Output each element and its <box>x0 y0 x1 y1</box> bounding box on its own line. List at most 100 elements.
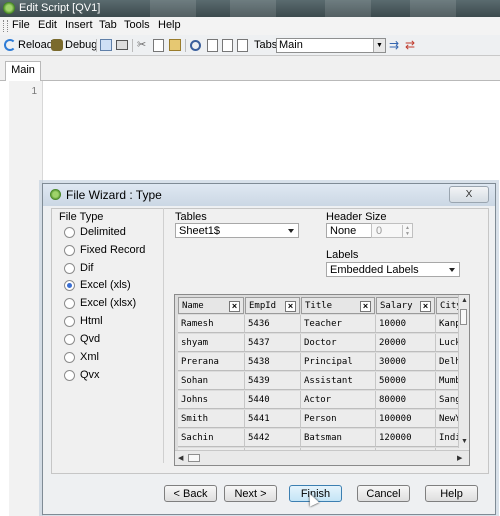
radio-circle <box>64 244 75 256</box>
scroll-thumb[interactable] <box>188 454 200 462</box>
menu-grip <box>3 20 8 32</box>
table-cell: 10000 <box>376 315 436 333</box>
radio-delimited[interactable]: Delimited <box>64 226 126 238</box>
table-cell: Johns <box>178 391 245 409</box>
horizontal-scrollbar[interactable]: ◀ ▶ <box>175 450 469 465</box>
radio-label: Html <box>80 315 103 327</box>
scroll-down-icon[interactable]: ▼ <box>461 438 468 445</box>
copy-button[interactable] <box>153 37 166 53</box>
table-cell: 5438 <box>245 353 301 371</box>
find-button[interactable] <box>190 37 203 53</box>
radio-circle <box>64 226 75 238</box>
header-size-stepper: 0 ▲ ▼ <box>371 223 413 238</box>
table-cell: 5439 <box>245 372 301 390</box>
tab-main[interactable]: Main <box>5 61 41 81</box>
scroll-right-icon[interactable]: ▶ <box>457 454 462 462</box>
remove-column-icon[interactable]: × <box>285 301 296 312</box>
window-title-bar: Edit Script [QV1] <box>0 0 500 17</box>
vertical-scrollbar[interactable]: ▲ ▼ <box>458 295 469 448</box>
radio-excel-xls[interactable]: Excel (xls) <box>64 279 131 291</box>
column-header[interactable]: Salary × <box>376 297 435 314</box>
radio-label: Fixed Record <box>80 244 146 256</box>
labels-dropdown-value: Embedded Labels <box>330 264 419 276</box>
print-icon <box>116 40 128 50</box>
tables-dropdown[interactable]: Sheet1$ <box>175 223 299 238</box>
debug-button[interactable]: Debug <box>51 37 97 53</box>
remove-column-icon[interactable]: × <box>420 301 431 312</box>
menu-tab[interactable]: Tab <box>99 19 117 31</box>
radio-label: Qvd <box>80 333 101 345</box>
radio-fixed-record[interactable]: Fixed Record <box>64 244 145 256</box>
blurred-tab-area <box>410 0 456 17</box>
scroll-up-icon[interactable]: ▲ <box>461 297 468 304</box>
tabs-dropdown[interactable]: Main ▼ <box>276 38 386 53</box>
next-button[interactable]: Next > <box>224 485 277 502</box>
table-cell: 5436 <box>245 315 301 333</box>
file-type-label: File Type <box>59 211 104 223</box>
radio-qvd[interactable]: Qvd <box>64 333 100 345</box>
table-cell: 80000 <box>376 391 436 409</box>
labels-dropdown[interactable]: Embedded Labels <box>326 262 460 277</box>
table-cell: 30000 <box>376 353 436 371</box>
menu-help[interactable]: Help <box>158 19 181 31</box>
outdent-icon[interactable]: ⇄ <box>405 37 415 53</box>
back-button[interactable]: < Back <box>164 485 217 502</box>
table-cell: Sohan <box>178 372 245 390</box>
dialog-title-bar: File Wizard : Type X <box>43 184 495 206</box>
find-icon <box>190 39 201 51</box>
menu-edit[interactable]: Edit <box>38 19 57 31</box>
radio-qvx[interactable]: Qvx <box>64 369 100 381</box>
paste-button[interactable] <box>169 37 183 53</box>
table-cell: Doctor <box>301 334 376 352</box>
toolbar-separator <box>185 39 186 52</box>
cancel-button[interactable]: Cancel <box>357 485 410 502</box>
radio-xml[interactable]: Xml <box>64 351 99 363</box>
column-header[interactable]: Name × <box>178 297 244 314</box>
table-cell: 5441 <box>245 410 301 428</box>
new-tab-icon <box>207 38 218 52</box>
column-header[interactable]: EmpId × <box>245 297 300 314</box>
new-tab-button[interactable] <box>207 37 220 53</box>
promote-tab-button[interactable] <box>222 37 235 53</box>
menu-file[interactable]: File <box>12 19 30 31</box>
indent-icon[interactable]: ⇉ <box>389 37 399 53</box>
radio-circle <box>64 297 75 309</box>
table-cell: 50000 <box>376 372 436 390</box>
column-header-label: Title <box>305 301 333 311</box>
toolbar-separator <box>132 39 133 52</box>
radio-label: Excel (xlsx) <box>80 297 137 309</box>
toolbar-separator <box>96 39 97 52</box>
table-cell: 120000 <box>376 429 436 447</box>
reload-button[interactable]: Reload <box>4 37 53 53</box>
cut-button[interactable]: ✂ <box>137 37 148 53</box>
script-tab-strip: Main <box>0 56 500 81</box>
line-number: 1 <box>31 86 37 97</box>
save-button[interactable] <box>100 37 114 53</box>
radio-dif[interactable]: Dif <box>64 262 93 274</box>
help-button[interactable]: Help <box>425 485 478 502</box>
column-header[interactable]: Title × <box>301 297 375 314</box>
demote-tab-button[interactable] <box>237 37 250 53</box>
scroll-thumb[interactable] <box>460 309 467 325</box>
table-cell: Smith <box>178 410 245 428</box>
radio-circle <box>64 262 75 274</box>
radio-circle <box>64 369 75 381</box>
radio-html[interactable]: Html <box>64 315 103 327</box>
save-icon <box>100 39 112 51</box>
table-cell: Principal <box>301 353 376 371</box>
radio-excel-xlsx[interactable]: Excel (xlsx) <box>64 297 136 309</box>
scroll-left-icon[interactable]: ◀ <box>178 454 183 462</box>
chevron-down-icon <box>288 229 294 233</box>
print-button[interactable] <box>116 37 130 53</box>
tabs-label: Tabs <box>254 39 278 51</box>
remove-column-icon[interactable]: × <box>229 301 240 312</box>
blurred-tab-area <box>150 0 196 17</box>
menu-tools[interactable]: Tools <box>124 19 150 31</box>
demote-tab-icon <box>237 38 248 52</box>
menu-insert[interactable]: Insert <box>65 19 93 31</box>
header-size-label: Header Size <box>326 211 387 223</box>
table-cell: 5440 <box>245 391 301 409</box>
table-cell: shyam <box>178 334 245 352</box>
remove-column-icon[interactable]: × <box>360 301 371 312</box>
close-button[interactable]: X <box>449 186 489 203</box>
